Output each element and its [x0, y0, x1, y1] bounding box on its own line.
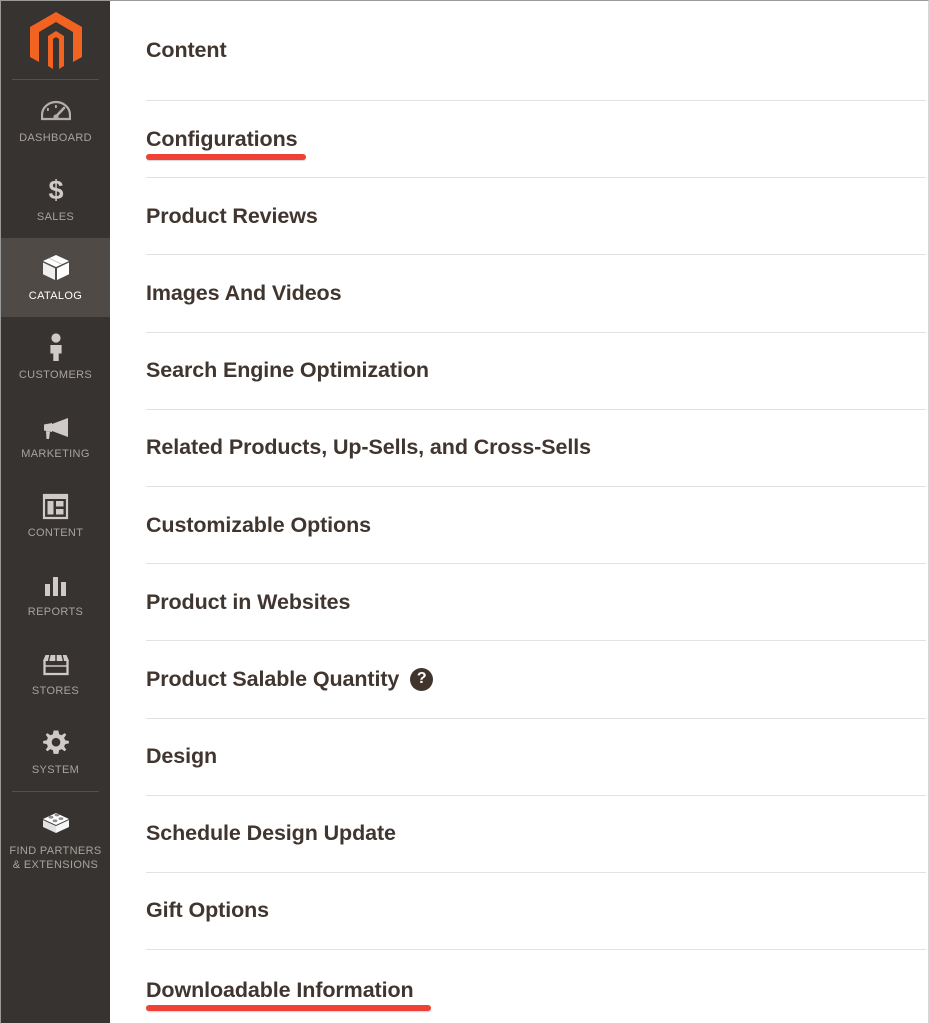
sidebar-item-content[interactable]: CONTENT — [1, 475, 110, 554]
magento-logo-icon — [28, 11, 84, 73]
section-row-product-in-websites[interactable]: Product in Websites — [146, 564, 926, 642]
sidebar-item-label: SALES — [36, 211, 75, 223]
section-title-customizable-options[interactable]: Customizable Options — [146, 513, 371, 538]
section-title-downloadable-information[interactable]: Downloadable Information — [146, 977, 431, 1011]
section-row-search-engine-optimization[interactable]: Search Engine Optimization — [146, 333, 926, 410]
red-underline-annotation — [146, 153, 306, 160]
section-title-text: Product Salable Quantity — [146, 666, 400, 691]
section-title-product-in-websites[interactable]: Product in Websites — [146, 590, 350, 615]
sidebar-item-label: SYSTEM — [31, 764, 80, 776]
gear-icon — [42, 727, 70, 757]
sidebar-item-label: FIND PARTNERS & EXTENSIONS — [9, 844, 101, 872]
section-title-configurations[interactable]: Configurations — [146, 126, 306, 160]
dollar-sign-icon: $ — [45, 174, 67, 204]
megaphone-icon — [40, 411, 72, 441]
section-row-gift-options[interactable]: Gift Options — [146, 873, 926, 951]
sidebar-item-label: CONTENT — [27, 527, 84, 539]
section-title-related-products[interactable]: Related Products, Up-Sells, and Cross-Se… — [146, 435, 591, 460]
sidebar-item-label: CUSTOMERS — [18, 369, 93, 381]
section-row-customizable-options[interactable]: Customizable Options — [146, 487, 926, 565]
bar-chart-icon — [42, 569, 70, 599]
extension-brick-icon — [40, 807, 72, 837]
layout-page-icon — [42, 490, 69, 520]
section-title-design[interactable]: Design — [146, 744, 217, 769]
dashboard-gauge-icon — [40, 95, 71, 125]
sidebar-item-label: REPORTS — [27, 606, 84, 618]
red-underline-annotation — [146, 1004, 431, 1011]
section-row-content[interactable]: Content — [146, 1, 926, 101]
person-icon — [45, 332, 67, 362]
sidebar-item-label: STORES — [31, 685, 80, 697]
sidebar-item-sales[interactable]: $ SALES — [1, 159, 110, 238]
sidebar-item-label: MARKETING — [21, 448, 90, 460]
section-title-schedule-design-update[interactable]: Schedule Design Update — [146, 821, 396, 846]
section-title-search-engine-optimization[interactable]: Search Engine Optimization — [146, 358, 429, 383]
box-catalog-icon — [40, 253, 72, 283]
admin-page: DASHBOARD $ SALES CATALOG CUSTOMERS MARK… — [0, 0, 929, 1024]
sidebar-item-marketing[interactable]: MARKETING — [1, 396, 110, 475]
section-row-downloadable-information[interactable]: Downloadable Information — [146, 950, 926, 1024]
section-title-gift-options[interactable]: Gift Options — [146, 898, 269, 923]
sidebar-item-reports[interactable]: REPORTS — [1, 554, 110, 633]
sidebar-item-dashboard[interactable]: DASHBOARD — [1, 80, 110, 159]
magento-logo[interactable] — [1, 1, 110, 79]
section-title-content[interactable]: Content — [146, 38, 227, 63]
sidebar-item-find-partners-extensions[interactable]: FIND PARTNERS & EXTENSIONS — [1, 792, 110, 886]
section-title-product-reviews[interactable]: Product Reviews — [146, 204, 318, 229]
sidebar-item-customers[interactable]: CUSTOMERS — [1, 317, 110, 396]
section-row-related-products[interactable]: Related Products, Up-Sells, and Cross-Se… — [146, 410, 926, 487]
section-row-product-salable-quantity[interactable]: Product Salable Quantity ? — [146, 641, 926, 719]
section-row-design[interactable]: Design — [146, 719, 926, 796]
help-question-icon[interactable]: ? — [410, 667, 434, 691]
section-row-product-reviews[interactable]: Product Reviews — [146, 178, 926, 256]
section-row-images-and-videos[interactable]: Images And Videos — [146, 255, 926, 333]
sidebar-item-label: DASHBOARD — [19, 132, 92, 144]
sidebar-item-system[interactable]: SYSTEM — [1, 712, 110, 791]
section-title-product-salable-quantity[interactable]: Product Salable Quantity ? — [146, 666, 434, 692]
product-sections-list: Content Configurations Product Reviews I… — [110, 1, 928, 1023]
section-title-text: Downloadable Information — [146, 977, 414, 1002]
sidebar-item-catalog[interactable]: CATALOG — [1, 238, 110, 317]
section-row-configurations[interactable]: Configurations — [146, 101, 926, 179]
storefront-icon — [41, 648, 71, 678]
admin-sidebar: DASHBOARD $ SALES CATALOG CUSTOMERS MARK… — [1, 1, 110, 1023]
section-title-images-and-videos[interactable]: Images And Videos — [146, 281, 342, 306]
sidebar-item-stores[interactable]: STORES — [1, 633, 110, 712]
sidebar-item-label-line1: FIND PARTNERS — [9, 845, 102, 857]
sidebar-item-label: CATALOG — [28, 290, 83, 302]
section-row-schedule-design-update[interactable]: Schedule Design Update — [146, 796, 926, 873]
sidebar-item-label-line2: & EXTENSIONS — [12, 859, 99, 871]
section-title-text: Configurations — [146, 126, 298, 151]
svg-text:$: $ — [48, 175, 63, 204]
